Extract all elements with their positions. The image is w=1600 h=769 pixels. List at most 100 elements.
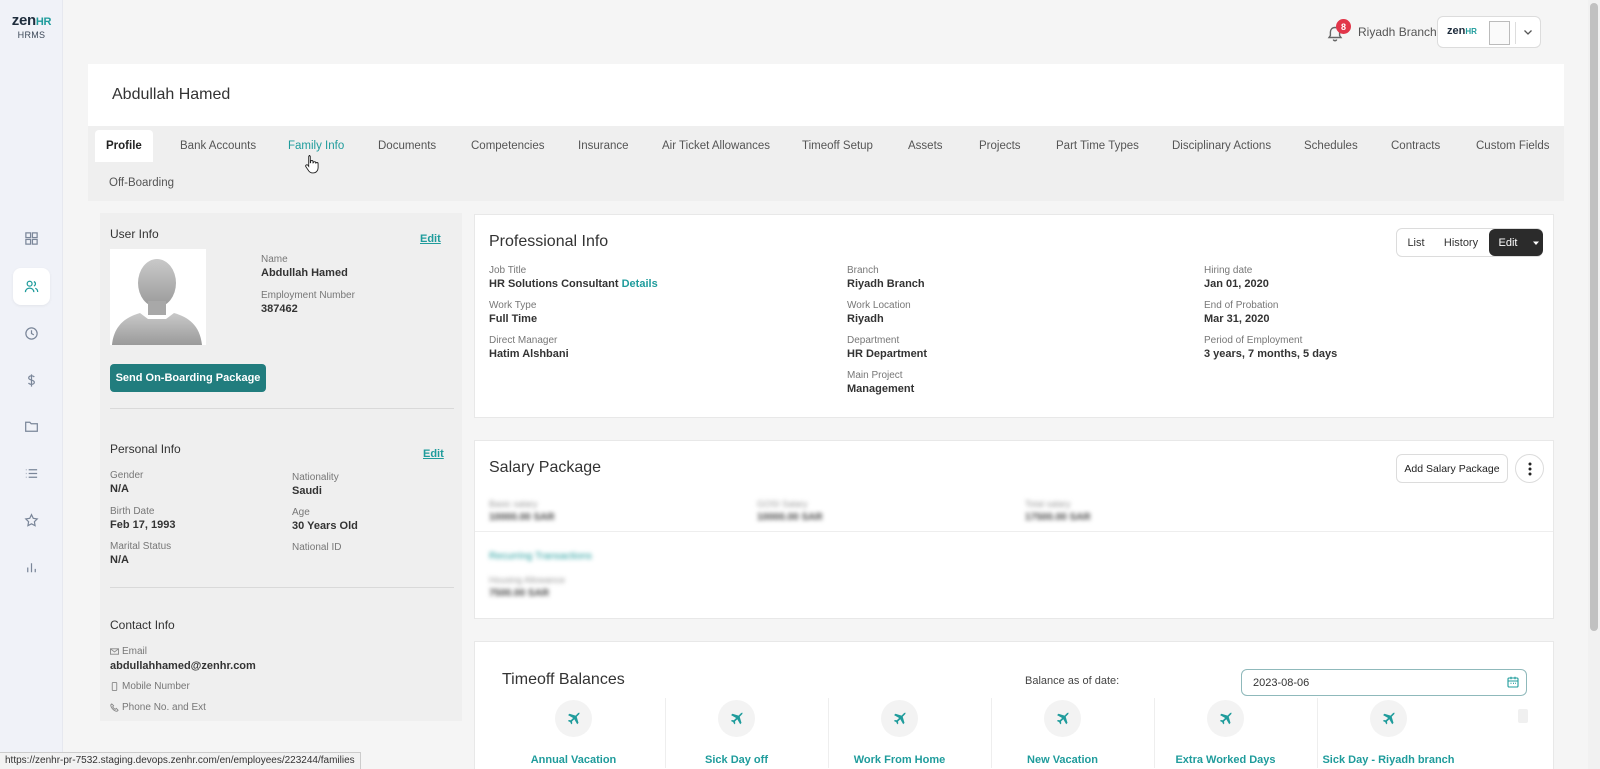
job-title-text: HR Solutions Consultant: [489, 278, 619, 290]
bar-chart-icon[interactable]: [13, 549, 50, 586]
tab-projects[interactable]: Projects: [979, 140, 1021, 152]
clock-icon[interactable]: [13, 315, 50, 352]
salary-package-title: Salary Package: [489, 459, 602, 476]
avatar-placeholder-icon: [112, 259, 202, 345]
logo-brand-main: zen: [11, 12, 36, 29]
dollar-icon[interactable]: [13, 362, 50, 399]
tab-documents[interactable]: Documents: [378, 140, 436, 152]
tab-part-time-types[interactable]: Part Time Types: [1056, 140, 1139, 152]
nationality-label: Nationality: [292, 472, 339, 483]
airplane-icon: [1219, 711, 1232, 724]
users-icon[interactable]: [13, 268, 50, 305]
tab-timeoff-setup[interactable]: Timeoff Setup: [802, 140, 873, 152]
timeoff-item[interactable]: New Vacation: [981, 698, 1144, 769]
folder-icon[interactable]: [13, 408, 50, 445]
kebab-menu-icon: [1528, 462, 1531, 475]
tab-contracts[interactable]: Contracts: [1391, 140, 1440, 152]
timeoff-type-icon-wrap: [555, 700, 592, 737]
professional-info-title: Professional Info: [489, 233, 609, 250]
phone-label-text: Phone No. and Ext: [122, 702, 206, 713]
tab-off-boarding[interactable]: Off-Boarding: [109, 177, 174, 189]
employment-number-label: Employment Number: [261, 290, 355, 301]
page-scrollbar[interactable]: [1588, 0, 1600, 769]
tab-profile[interactable]: Profile: [95, 130, 153, 162]
department-label: Department: [847, 335, 900, 346]
star-icon[interactable]: [13, 502, 50, 539]
hand-pointer-cursor-icon: [305, 155, 319, 174]
add-salary-package-button[interactable]: Add Salary Package: [1396, 454, 1508, 483]
timeoff-type-icon-wrap: [1044, 700, 1081, 737]
job-title-label: Job Title: [489, 265, 527, 276]
timeoff-item[interactable]: Annual Vacation: [492, 698, 655, 769]
phone-label: Phone No. and Ext: [110, 702, 206, 713]
history-button[interactable]: History: [1435, 229, 1487, 256]
blurred-basic-salary-value: 10000.00 SAR: [489, 512, 555, 523]
left-sidebar: zenHR HRMS: [0, 0, 63, 769]
account-switcher[interactable]: zenHR: [1437, 16, 1541, 48]
tab-air-ticket-allowances[interactable]: Air Ticket Allowances: [662, 140, 770, 152]
tab-competencies[interactable]: Competencies: [471, 140, 545, 152]
blurred-gosi-value: 10000.00 SAR: [757, 512, 823, 523]
mobile-label: Mobile Number: [110, 681, 190, 692]
main-project-label: Main Project: [847, 370, 903, 381]
period-of-employment-value: 3 years, 7 months, 5 days: [1204, 348, 1338, 360]
app-logo[interactable]: zenHR HRMS: [0, 12, 63, 40]
more-options-button[interactable]: [1515, 454, 1544, 483]
gender-label: Gender: [110, 470, 144, 481]
national-id-label: National ID: [292, 542, 342, 553]
carousel-next-arrow[interactable]: [1518, 709, 1528, 723]
send-onboarding-button[interactable]: Send On-Boarding Package: [110, 364, 266, 392]
balance-date-input[interactable]: [1241, 669, 1527, 696]
timeoff-item[interactable]: Extra Worked Days: [1144, 698, 1307, 769]
timeoff-item-name: Annual Vacation: [530, 754, 617, 766]
tab-insurance[interactable]: Insurance: [578, 140, 629, 152]
name-value: Abdullah Hamed: [261, 267, 348, 279]
gender-value: N/A: [110, 483, 129, 495]
blurred-basic-salary-label: Basic salary: [489, 499, 538, 509]
airplane-icon: [1056, 711, 1069, 724]
list-icon[interactable]: [13, 455, 50, 492]
age-label: Age: [292, 507, 310, 518]
work-type-value: Full Time: [489, 313, 538, 325]
dashboard-icon[interactable]: [13, 220, 50, 257]
timeoff-item[interactable]: Sick Day - Riyadh branch: [1307, 698, 1470, 769]
work-location-label: Work Location: [847, 300, 911, 311]
user-info-edit-link[interactable]: Edit: [420, 233, 441, 245]
timeoff-item-name: Work From Home: [853, 754, 946, 766]
caret-down-icon[interactable]: [1532, 239, 1540, 247]
tab-assets[interactable]: Assets: [908, 140, 943, 152]
tab-disciplinary-actions[interactable]: Disciplinary Actions: [1172, 140, 1271, 152]
scrollbar-thumb[interactable]: [1590, 3, 1598, 631]
salary-package-card: Salary Package Add Salary Package Basic …: [474, 440, 1554, 619]
tab-schedules[interactable]: Schedules: [1304, 140, 1358, 152]
section-divider: [110, 587, 454, 588]
salary-divider: [475, 531, 1553, 532]
airplane-icon: [567, 711, 580, 724]
period-of-employment-label: Period of Employment: [1204, 335, 1303, 346]
timeoff-balances-title: Timeoff Balances: [502, 671, 625, 688]
timeoff-item[interactable]: Work From Home: [818, 698, 981, 769]
logo-brand-hr: HR: [35, 16, 52, 28]
work-location-value: Riyadh: [847, 313, 884, 325]
profile-header-card: Abdullah Hamed: [88, 64, 1564, 126]
list-button[interactable]: List: [1397, 229, 1435, 256]
personal-info-title: Personal Info: [110, 442, 181, 456]
blurred-recurring-link[interactable]: Recurring Transactions: [489, 551, 592, 562]
job-details-link[interactable]: Details: [622, 278, 658, 290]
current-branch[interactable]: Riyadh Branch: [1358, 25, 1437, 39]
hiring-date-value: Jan 01, 2020: [1204, 278, 1269, 290]
tab-custom-fields[interactable]: Custom Fields: [1476, 140, 1550, 152]
timeoff-item[interactable]: Sick Day off: [655, 698, 818, 769]
airplane-icon: [893, 711, 906, 724]
tab-family-info[interactable]: Family Info: [288, 140, 344, 152]
professional-info-card: Professional Info List History Edit Job …: [474, 214, 1554, 418]
calendar-icon[interactable]: [1507, 676, 1519, 688]
main-project-value: Management: [847, 383, 915, 395]
timeoff-type-icon-wrap: [718, 700, 755, 737]
tab-bank-accounts[interactable]: Bank Accounts: [180, 140, 256, 152]
birth-date-label: Birth Date: [110, 506, 155, 517]
personal-info-edit-link[interactable]: Edit: [423, 448, 444, 460]
chevron-down-icon[interactable]: [1522, 26, 1534, 38]
job-title-value: HR Solutions Consultant Details: [489, 278, 658, 290]
professional-info-actions: List History Edit: [1396, 228, 1543, 257]
